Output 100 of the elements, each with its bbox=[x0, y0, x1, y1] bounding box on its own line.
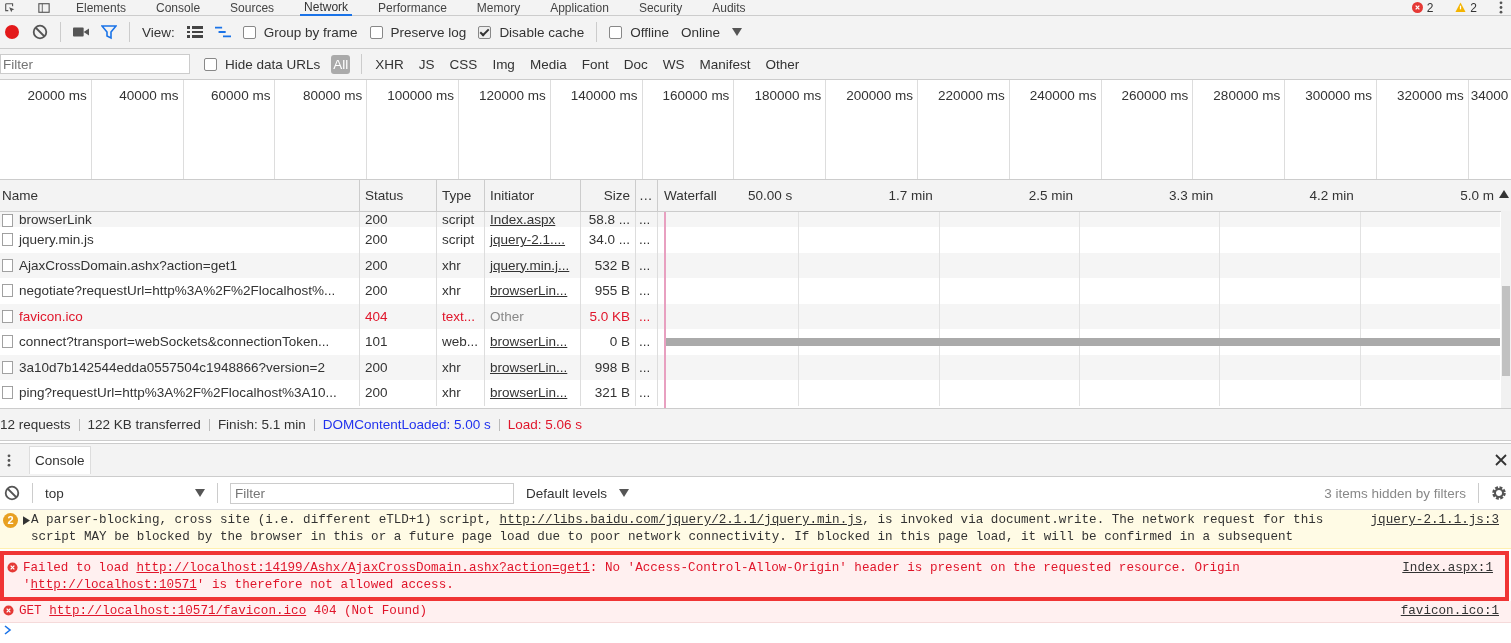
throttling-select[interactable]: Online bbox=[680, 24, 720, 40]
record-button[interactable] bbox=[4, 24, 20, 40]
request-name[interactable]: connect?transport=webSockets&connectionToken... bbox=[19, 334, 330, 350]
error-icon bbox=[3, 605, 14, 616]
request-name[interactable]: ping?requestUrl=http%3A%2F%2Flocalhost%3A10... bbox=[19, 385, 337, 401]
source-link[interactable]: jquery-2.1.1.js:3 bbox=[1370, 512, 1499, 529]
console-message: A parser-blocking, cross site (i.e. different eTLD+1) script, http://libs.baidu.com/jquery/2.1.1/jquery.min.js, is invoked via document.write. The network request for this script MAY be blocked by the browser in this or a future page load due to poor network connectivity. If blocked in this page load, it will be confirmed in a subsequent bbox=[31, 512, 1325, 546]
checkbox[interactable]: Preserve log bbox=[369, 24, 467, 40]
time-tick-label: 140000 ms bbox=[570, 88, 638, 103]
request-name[interactable]: favicon.ico bbox=[19, 308, 83, 324]
console-message: Failed to load http://localhost:14199/Ashx/AjaxCrossDomain.ashx?action=get1: No 'Access-Control-Allow-Origin' header is present on the requested resource. Origin 'http://localhost:10571' is therefore not allowed access. bbox=[23, 560, 1241, 594]
panel-tab[interactable]: Console bbox=[152, 0, 205, 15]
time-tick-label: 200000 ms bbox=[846, 88, 913, 103]
checkbox[interactable]: Hide data URLs bbox=[204, 56, 321, 72]
close-icon[interactable] bbox=[1495, 454, 1507, 466]
time-tick-label: 100000 ms bbox=[387, 88, 454, 103]
filter-icon[interactable] bbox=[101, 24, 117, 40]
initiator-link[interactable]: Index.aspx bbox=[485, 212, 581, 227]
source-link[interactable]: favicon.ico:1 bbox=[1400, 603, 1499, 620]
table-cell: 200 bbox=[360, 354, 437, 380]
type-filter-button[interactable]: Img bbox=[490, 54, 517, 74]
column-header[interactable]: Size bbox=[581, 180, 636, 211]
type-filter-button[interactable]: Other bbox=[763, 54, 802, 74]
panel-tab[interactable]: Sources bbox=[226, 0, 279, 15]
table-cell: script bbox=[437, 212, 485, 227]
device-toggle-icon[interactable] bbox=[38, 1, 50, 14]
url-link[interactable]: http://localhost:10571 bbox=[30, 578, 197, 592]
url-link[interactable]: http://localhost:10571/favicon.ico bbox=[49, 604, 307, 618]
table-cell: xhr bbox=[437, 252, 485, 278]
url-link[interactable]: http://libs.baidu.com/jquery/2.1.1/jquery.min.js bbox=[499, 513, 863, 527]
time-tick-label: 300000 ms bbox=[1305, 88, 1372, 103]
more-menu-icon[interactable] bbox=[7, 453, 11, 467]
table-cell: 34.0 ... bbox=[581, 227, 636, 253]
request-name[interactable]: negotiate?requestUrl=http%3A%2F%2Flocalhost%... bbox=[19, 283, 336, 299]
type-filter-button[interactable]: Doc bbox=[621, 54, 650, 74]
initiator-link[interactable]: browserLin... bbox=[485, 278, 581, 304]
time-tick-label: 280000 ms bbox=[1213, 88, 1281, 103]
checkbox[interactable]: Group by frame bbox=[242, 24, 358, 40]
scrollbar[interactable] bbox=[1501, 211, 1511, 408]
checkbox[interactable]: Offline bbox=[609, 24, 669, 40]
table-cell: ... bbox=[636, 380, 658, 406]
error-icon bbox=[7, 562, 18, 573]
checkbox[interactable]: Disable cache bbox=[478, 24, 585, 40]
dropdown-caret-icon[interactable] bbox=[619, 489, 630, 497]
waterfall-view-icon[interactable] bbox=[214, 24, 231, 40]
type-filter-button[interactable]: Manifest bbox=[697, 54, 753, 74]
column-header[interactable]: Waterfall bbox=[664, 188, 717, 203]
list-view-icon[interactable] bbox=[186, 24, 203, 40]
column-header[interactable]: … bbox=[636, 180, 658, 211]
initiator-link[interactable]: browserLin... bbox=[485, 329, 581, 355]
clear-icon[interactable] bbox=[32, 24, 48, 40]
type-filter-button[interactable]: WS bbox=[660, 54, 687, 74]
expand-triangle-icon[interactable] bbox=[23, 516, 30, 525]
column-header[interactable]: Status bbox=[360, 180, 437, 211]
column-header[interactable]: Name bbox=[0, 180, 360, 211]
hidden-items-note: 3 items hidden by filters bbox=[1324, 485, 1466, 501]
type-filter-button[interactable]: JS bbox=[416, 54, 437, 74]
drawer-tab[interactable]: Console bbox=[29, 446, 91, 474]
table-cell: 404 bbox=[360, 303, 437, 329]
time-tick-label: 4.2 min bbox=[1309, 188, 1355, 203]
panel-tab[interactable]: Memory bbox=[472, 0, 525, 15]
column-header[interactable]: Initiator bbox=[485, 180, 581, 211]
dropdown-caret-icon bbox=[195, 489, 205, 497]
request-name[interactable]: jquery.min.js bbox=[19, 232, 94, 248]
panel-tab[interactable]: Performance bbox=[374, 0, 451, 15]
initiator-link[interactable]: jquery-2.1.... bbox=[485, 227, 581, 253]
table-cell: 101 bbox=[360, 329, 437, 355]
context-select[interactable]: top bbox=[45, 485, 205, 501]
type-filter-button[interactable]: XHR bbox=[373, 54, 406, 74]
request-name[interactable]: 3a10d7b142544edda0557504c1948866?version=2 bbox=[19, 359, 325, 375]
filter-input[interactable]: Filter bbox=[0, 54, 190, 74]
source-link[interactable]: Index.aspx:1 bbox=[1402, 560, 1493, 577]
time-tick-label: 3.3 min bbox=[1169, 188, 1215, 203]
levels-select[interactable]: Default levels bbox=[526, 485, 608, 501]
dropdown-caret-icon[interactable] bbox=[732, 28, 742, 36]
table-cell: 955 B bbox=[581, 278, 636, 304]
table-cell: ... bbox=[636, 227, 658, 253]
initiator-link[interactable]: browserLin... bbox=[485, 354, 581, 380]
type-filter-button[interactable]: Media bbox=[527, 54, 569, 74]
element-picker-icon[interactable] bbox=[4, 1, 16, 14]
sort-arrow-icon[interactable] bbox=[1499, 190, 1509, 198]
settings-icon[interactable] bbox=[1491, 485, 1507, 501]
panel-tab[interactable]: Elements bbox=[72, 0, 131, 15]
table-cell: ... bbox=[636, 303, 658, 329]
type-filter-button[interactable]: CSS bbox=[447, 54, 480, 74]
more-menu-icon[interactable] bbox=[1499, 1, 1503, 14]
request-name[interactable]: AjaxCrossDomain.ashx?action=get1 bbox=[19, 257, 237, 273]
warning-count: 2 bbox=[1470, 0, 1477, 15]
filter-input[interactable]: Filter bbox=[230, 482, 514, 504]
type-filter-button[interactable]: Font bbox=[579, 54, 611, 74]
clear-icon[interactable] bbox=[4, 485, 20, 501]
panel-tab[interactable]: Audits bbox=[708, 0, 750, 15]
panel-tab[interactable]: Application bbox=[546, 0, 613, 15]
request-name[interactable]: browserLink bbox=[19, 212, 92, 227]
initiator-link[interactable]: browserLin... bbox=[485, 380, 581, 406]
time-tick-label: 320000 ms bbox=[1396, 88, 1464, 103]
url-link[interactable]: http://localhost:14199/Ashx/AjaxCrossDomain.ashx?action=get1 bbox=[136, 561, 590, 575]
panel-tab[interactable]: Security bbox=[634, 0, 687, 15]
column-header[interactable]: Type bbox=[437, 180, 485, 211]
initiator-link[interactable]: jquery.min.j... bbox=[485, 252, 581, 278]
